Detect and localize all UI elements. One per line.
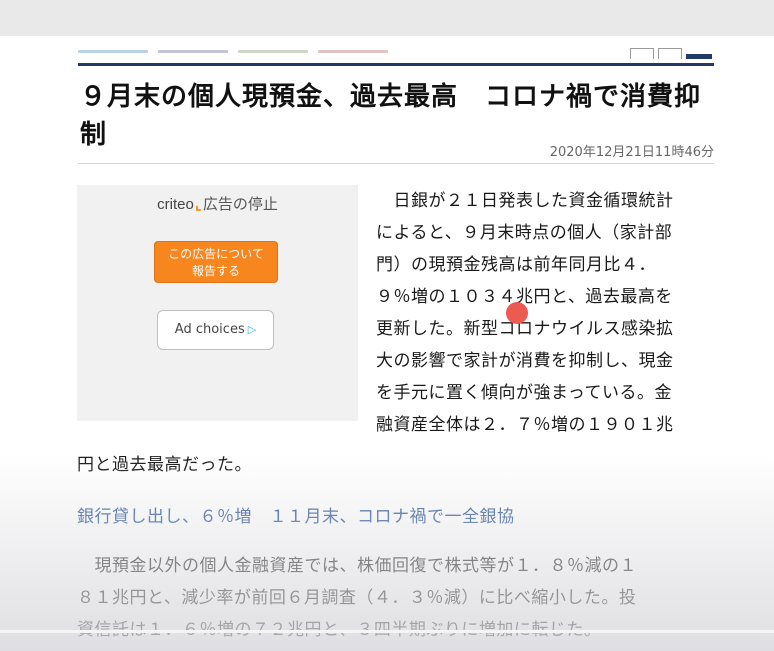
category-tab-1[interactable] xyxy=(78,50,148,53)
font-size-large-button[interactable] xyxy=(686,54,712,59)
paragraph-1-tail: 円と過去最高だった。 xyxy=(77,455,252,475)
category-tab-4[interactable] xyxy=(318,50,388,53)
paragraph-line: 現預金以外の個人金融資産では、株価回復で株式等が１．８％減の１ xyxy=(77,556,637,576)
criteo-swoosh-icon: ⌞ xyxy=(194,195,202,213)
category-tab-2[interactable] xyxy=(158,50,228,53)
browser-top-area xyxy=(0,0,774,36)
paragraph-line: 更新した。新型コロナウイルス感染拡 xyxy=(376,319,674,339)
bottom-bar xyxy=(0,630,774,633)
adchoices-label: Ad choices xyxy=(174,322,245,337)
header-rule xyxy=(78,63,714,66)
cursor-indicator xyxy=(506,302,528,324)
adchoices-button[interactable]: Ad choices ▷ xyxy=(157,310,274,350)
ad-header: criteo⌞広告の停止 xyxy=(77,193,358,214)
related-article-link[interactable]: 銀行貸し出し、６％増 １１月末、コロナ禍で一全銀協 xyxy=(77,502,515,527)
paragraph-line: 融資産全体は２．７％増の１９０１兆 xyxy=(376,415,674,435)
report-ad-label-2: 報告する xyxy=(191,264,240,278)
paragraph-line: 門）の現預金残高は前年同月比４． xyxy=(376,255,656,275)
font-size-small-button[interactable] xyxy=(630,48,654,59)
article-paragraph-1: 日銀が２１日発表した資金循環統計 によると、９月末時点の個人（家計部 門）の現預… xyxy=(376,185,716,441)
ad-stop-link[interactable]: 広告の停止 xyxy=(203,195,278,213)
category-tab-3[interactable] xyxy=(238,50,308,53)
report-ad-button[interactable]: この広告について 報告する xyxy=(154,241,278,283)
article-timestamp: 2020年12月21日11時46分 xyxy=(549,145,714,160)
criteo-logo: criteo xyxy=(157,196,194,213)
divider xyxy=(78,163,714,164)
paragraph-line: ９％増の１０３４兆円と、過去最高を xyxy=(376,287,673,307)
ad-box[interactable]: criteo⌞広告の停止 この広告について 報告する Ad choices ▷ xyxy=(77,185,358,421)
paragraph-line: によると、９月末時点の個人（家計部 xyxy=(376,223,673,243)
paragraph-line: ８１兆円と、減少率が前回６月調査（４．３％減）に比べ縮小した。投 xyxy=(77,588,637,608)
report-ad-label-1: この広告について xyxy=(168,247,264,261)
font-size-medium-button[interactable] xyxy=(658,48,682,59)
paragraph-line: 大の影響で家計が消費を抑制し、現金 xyxy=(376,351,674,371)
adchoices-icon: ▷ xyxy=(247,323,257,336)
paragraph-line: を手元に置く傾向が強まっている。金 xyxy=(376,383,672,403)
paragraph-line: 日銀が２１日発表した資金循環統計 xyxy=(376,191,674,211)
